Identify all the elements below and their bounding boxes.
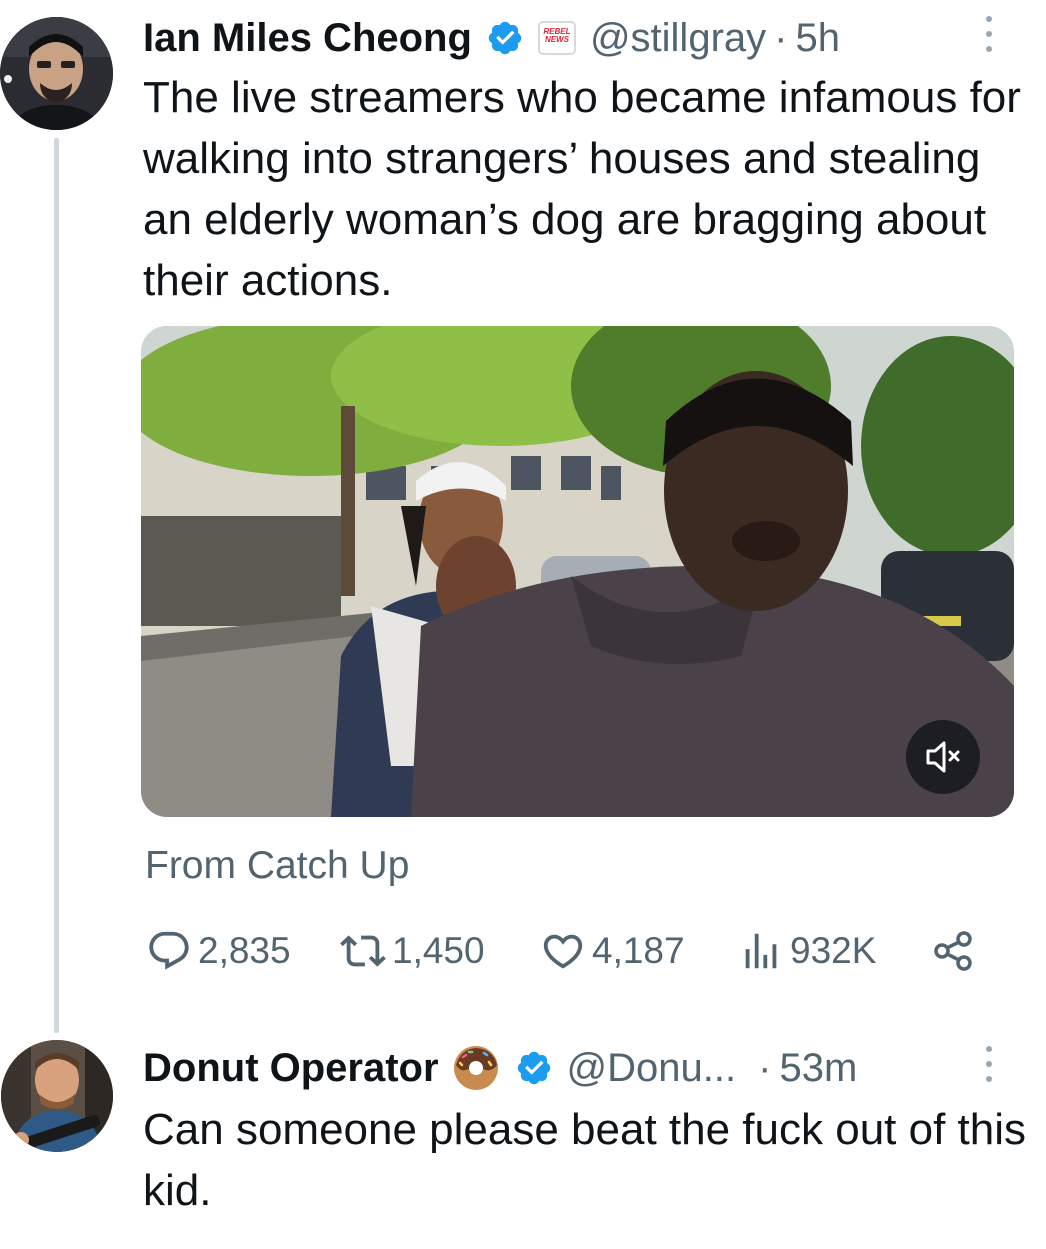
author-handle[interactable]: @stillgray bbox=[590, 16, 766, 61]
video-source-attribution[interactable]: From Catch Up bbox=[145, 844, 409, 888]
video-frame bbox=[141, 326, 1014, 817]
more-options-button[interactable] bbox=[983, 16, 995, 52]
tweet-text: The live streamers who became infamous f… bbox=[143, 73, 1021, 305]
reply-timestamp[interactable]: 53m bbox=[779, 1046, 857, 1091]
speaker-muted-icon bbox=[926, 741, 960, 773]
more-dot-icon bbox=[986, 1076, 992, 1082]
more-dot-icon bbox=[986, 1046, 992, 1052]
avatar-profile-photo bbox=[0, 17, 113, 130]
more-dot-icon bbox=[986, 46, 992, 52]
mute-toggle-button[interactable] bbox=[906, 720, 980, 794]
retweet-icon bbox=[340, 935, 386, 967]
verified-badge-icon[interactable] bbox=[515, 1049, 553, 1087]
share-button[interactable] bbox=[931, 928, 977, 974]
tweet-video[interactable] bbox=[141, 326, 1014, 817]
reply-author-handle[interactable]: @Donu... bbox=[567, 1046, 737, 1091]
reply-text: Can someone please beat the fuck out of … bbox=[143, 1105, 1027, 1215]
reply-header: Donut Operator @Donu... · 53m bbox=[143, 1042, 857, 1094]
tweet-timestamp[interactable]: 5h bbox=[795, 16, 840, 61]
affiliate-badge-logo: REBEL NEWS bbox=[543, 27, 571, 44]
doughnut-emoji-icon bbox=[453, 1046, 498, 1090]
reply-more-options-button[interactable] bbox=[983, 1046, 995, 1082]
reply-count: 2,835 bbox=[198, 930, 291, 971]
like-button[interactable]: 4,187 bbox=[540, 928, 685, 974]
tweet-action-bar: 2,835 1,450 4,187 932K bbox=[0, 926, 1046, 980]
separator-dot: · bbox=[774, 15, 788, 60]
more-dot-icon bbox=[986, 1061, 992, 1067]
verified-badge-icon[interactable] bbox=[486, 19, 524, 57]
share-icon bbox=[934, 931, 972, 971]
tweet-header: Ian Miles Cheong REBEL NEWS @stillgray · … bbox=[143, 12, 840, 64]
analytics-icon bbox=[745, 933, 777, 969]
author-avatar[interactable] bbox=[0, 17, 113, 130]
retweet-count: 1,450 bbox=[392, 930, 485, 971]
reply-button[interactable]: 2,835 bbox=[146, 928, 291, 974]
avatar-profile-photo bbox=[1, 1040, 113, 1152]
reply-author-display-name[interactable]: Donut Operator bbox=[143, 1046, 439, 1091]
reply-author-avatar[interactable] bbox=[1, 1040, 113, 1152]
views-button[interactable]: 932K bbox=[738, 928, 876, 974]
thread-line bbox=[54, 138, 59, 1033]
separator-dot: · bbox=[758, 1045, 772, 1090]
author-display-name[interactable]: Ian Miles Cheong bbox=[143, 16, 472, 61]
more-dot-icon bbox=[986, 16, 992, 22]
like-count: 4,187 bbox=[592, 930, 685, 971]
affiliate-badge[interactable]: REBEL NEWS bbox=[537, 21, 576, 55]
heart-icon bbox=[543, 934, 583, 969]
reply-icon bbox=[149, 931, 189, 970]
more-dot-icon bbox=[986, 31, 992, 37]
retweet-button[interactable]: 1,450 bbox=[340, 928, 485, 974]
views-count: 932K bbox=[790, 930, 877, 971]
